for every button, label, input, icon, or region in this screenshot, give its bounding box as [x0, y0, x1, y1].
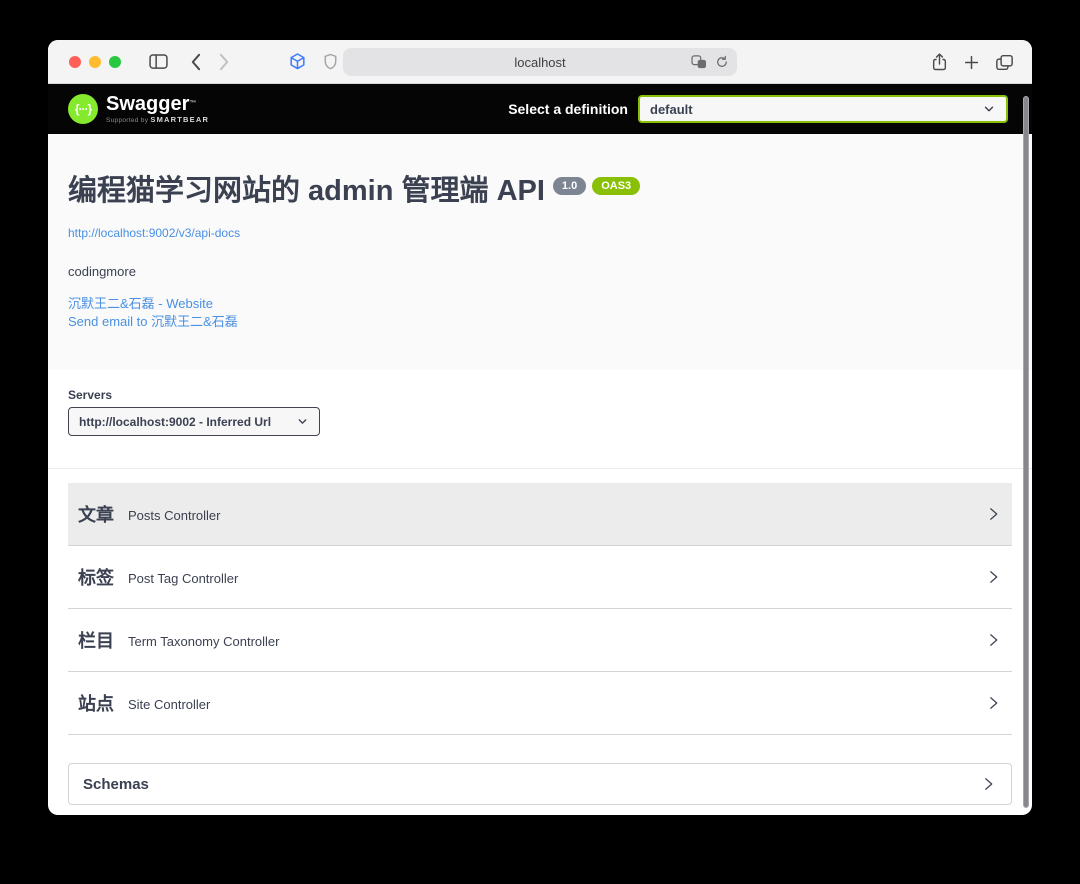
- tag-row-site-controller[interactable]: 站点 Site Controller: [68, 672, 1012, 735]
- api-title-row: 编程猫学习网站的 admin 管理端 API 1.0 OAS3: [68, 174, 641, 208]
- address-bar[interactable]: localhost: [343, 48, 737, 76]
- tag-name: 栏目: [78, 631, 114, 651]
- browser-toolbar: localhost: [48, 40, 1032, 84]
- api-info-section: 编程猫学习网站的 admin 管理端 API 1.0 OAS3 http://l…: [48, 134, 1032, 370]
- sidebar-toggle-icon[interactable]: [149, 54, 168, 69]
- servers-block: Servers http://localhost:9002 - Inferred…: [68, 388, 320, 436]
- new-tab-icon[interactable]: [964, 55, 979, 70]
- shield-extension-icon[interactable]: [323, 53, 338, 71]
- swagger-topbar: {···} Swagger™ Supported by SMARTBEAR Se…: [48, 84, 1032, 134]
- version-badge: 1.0: [552, 177, 587, 195]
- tag-row-post-tag-controller[interactable]: 标签 Post Tag Controller: [68, 546, 1012, 609]
- tag-row-term-taxonomy-controller[interactable]: 栏目 Term Taxonomy Controller: [68, 609, 1012, 672]
- oas3-badge: OAS3: [592, 177, 641, 195]
- forward-icon[interactable]: [219, 53, 230, 71]
- chevron-right-icon: [979, 775, 997, 793]
- tag-description: Term Taxonomy Controller: [128, 634, 280, 649]
- brand-subtitle: Supported by SMARTBEAR: [106, 115, 210, 124]
- section-divider: [48, 468, 1032, 469]
- api-description: codingmore: [68, 264, 136, 279]
- tag-name: 文章: [78, 505, 114, 525]
- page-title: 编程猫学习网站的 admin 管理端 API: [68, 175, 545, 207]
- api-docs-link[interactable]: http://localhost:9002/v3/api-docs: [68, 226, 240, 240]
- minimize-window-button[interactable]: [89, 55, 101, 68]
- traffic-lights: [69, 55, 121, 68]
- server-selected-value: http://localhost:9002 - Inferred Url: [79, 414, 272, 429]
- zoom-window-button[interactable]: [109, 55, 121, 68]
- chevron-down-icon: [982, 102, 996, 116]
- swagger-logo-icon: {···}: [68, 94, 98, 124]
- tag-description: Posts Controller: [128, 508, 221, 523]
- email-link[interactable]: Send email to 沉默王二&石磊: [68, 311, 238, 330]
- definition-select[interactable]: default: [638, 95, 1008, 123]
- tag-list: 文章 Posts Controller 标签 Post Tag Controll…: [68, 483, 1012, 735]
- trademark: ™: [189, 100, 197, 107]
- tag-description: Site Controller: [128, 697, 211, 712]
- tab-overview-icon[interactable]: [995, 54, 1014, 71]
- chevron-right-icon: [984, 631, 1002, 649]
- chevron-right-icon: [984, 568, 1002, 586]
- tag-name: 标签: [78, 568, 114, 588]
- cube-extension-icon[interactable]: [288, 52, 307, 71]
- chevron-right-icon: [984, 505, 1002, 523]
- schemas-section[interactable]: Schemas: [68, 763, 1012, 805]
- close-window-button[interactable]: [69, 55, 81, 68]
- chevron-down-icon: [296, 415, 309, 428]
- share-icon[interactable]: [931, 52, 948, 72]
- schemas-label: Schemas: [83, 775, 149, 793]
- chevron-right-icon: [984, 694, 1002, 712]
- definition-select-label: Select a definition: [508, 101, 628, 117]
- reload-icon[interactable]: [715, 55, 729, 69]
- url-text: localhost: [514, 54, 566, 70]
- server-select[interactable]: http://localhost:9002 - Inferred Url: [68, 407, 320, 436]
- translate-icon[interactable]: [691, 55, 707, 69]
- page-scrollbar[interactable]: [1023, 96, 1029, 808]
- brand-name: Swagger™: [106, 93, 197, 115]
- browser-window: localhost {···} Swagger™ Supported by SM…: [48, 40, 1032, 815]
- back-icon[interactable]: [190, 53, 201, 71]
- servers-label: Servers: [68, 388, 113, 402]
- swagger-logo[interactable]: {···} Swagger™ Supported by SMARTBEAR: [68, 94, 209, 124]
- tag-name: 站点: [78, 694, 114, 714]
- tag-row-posts-controller[interactable]: 文章 Posts Controller: [68, 483, 1012, 546]
- tag-description: Post Tag Controller: [128, 571, 239, 586]
- definition-selected-value: default: [650, 101, 693, 117]
- website-link[interactable]: 沉默王二&石磊 - Website: [68, 293, 213, 312]
